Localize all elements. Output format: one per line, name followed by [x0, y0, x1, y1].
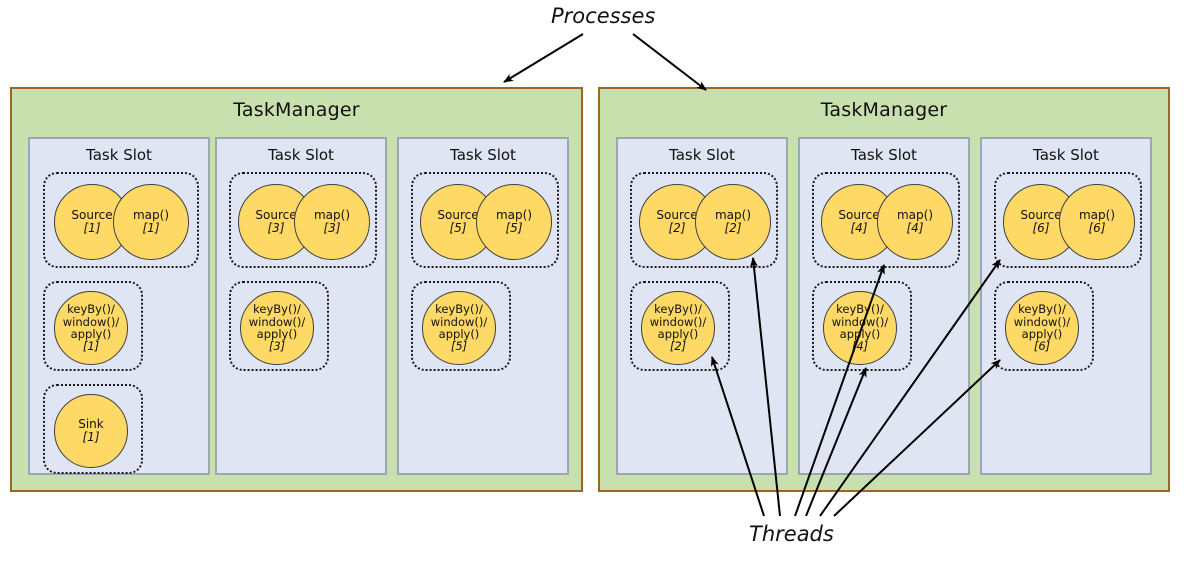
task-group-source-map: Source [5] map() [5]: [411, 172, 559, 268]
taskmanager-2-task-slot-2: Task Slot Source [4] map() [4] keyBy()/ …: [798, 137, 970, 475]
taskmanager-2-task-slot-3: Task Slot Source [6] map() [6] keyBy()/ …: [980, 137, 1152, 475]
arrow-processes-to-taskmanager-2: [632, 33, 707, 91]
taskmanager-2: TaskManager Task Slot Source [2] map() […: [598, 87, 1170, 492]
operator-keyby-window-apply: keyBy()/ window()/ apply() [6]: [1005, 291, 1079, 365]
operator-map: map() [6]: [1059, 184, 1135, 260]
operator-keyby-window-apply: keyBy()/ window()/ apply() [1]: [54, 291, 128, 365]
taskmanager-1-task-slot-3: Task Slot Source [5] map() [5] keyBy()/ …: [397, 137, 569, 475]
taskmanager-1-title: TaskManager: [233, 99, 360, 121]
task-slot-label: Task Slot: [669, 146, 735, 164]
task-group-source-map: Source [1] map() [1]: [43, 172, 199, 268]
task-group-keyby-window-apply: keyBy()/ window()/ apply() [6]: [994, 281, 1094, 371]
taskmanager-2-task-slot-1: Task Slot Source [2] map() [2] keyBy()/ …: [616, 137, 788, 475]
task-group-keyby-window-apply: keyBy()/ window()/ apply() [2]: [630, 281, 730, 371]
diagram-canvas: TaskManager Task Slot Source [1] map() […: [0, 0, 1184, 566]
arrow-processes-to-taskmanager-1: [503, 33, 584, 83]
operator-map: map() [3]: [294, 184, 370, 260]
task-group-keyby-window-apply: keyBy()/ window()/ apply() [3]: [229, 281, 329, 371]
operator-map: map() [2]: [695, 184, 771, 260]
task-slot-label: Task Slot: [851, 146, 917, 164]
task-slot-label: Task Slot: [268, 146, 334, 164]
operator-map: map() [4]: [877, 184, 953, 260]
task-group-sink: Sink [1]: [43, 384, 143, 474]
operator-map: map() [1]: [113, 184, 189, 260]
task-slot-label: Task Slot: [450, 146, 516, 164]
task-group-keyby-window-apply: keyBy()/ window()/ apply() [4]: [812, 281, 912, 371]
task-group-keyby-window-apply: keyBy()/ window()/ apply() [1]: [43, 281, 143, 371]
task-group-source-map: Source [6] map() [6]: [994, 172, 1142, 268]
task-group-source-map: Source [2] map() [2]: [630, 172, 778, 268]
operator-keyby-window-apply: keyBy()/ window()/ apply() [5]: [422, 291, 496, 365]
operator-sink: Sink [1]: [54, 394, 128, 468]
task-group-source-map: Source [3] map() [3]: [229, 172, 377, 268]
operator-map: map() [5]: [476, 184, 552, 260]
operator-keyby-window-apply: keyBy()/ window()/ apply() [3]: [240, 291, 314, 365]
task-slot-label: Task Slot: [86, 146, 152, 164]
taskmanager-1-task-slot-1: Task Slot Source [1] map() [1] keyBy()/ …: [28, 137, 210, 475]
taskmanager-2-title: TaskManager: [820, 99, 948, 121]
threads-label: Threads: [749, 522, 834, 546]
operator-keyby-window-apply: keyBy()/ window()/ apply() [2]: [641, 291, 715, 365]
operator-keyby-window-apply: keyBy()/ window()/ apply() [4]: [823, 291, 897, 365]
processes-label: Processes: [551, 4, 656, 28]
task-group-keyby-window-apply: keyBy()/ window()/ apply() [5]: [411, 281, 511, 371]
task-slot-label: Task Slot: [1033, 146, 1099, 164]
taskmanager-1: TaskManager Task Slot Source [1] map() […: [10, 87, 583, 492]
taskmanager-1-task-slot-2: Task Slot Source [3] map() [3] keyBy()/ …: [215, 137, 387, 475]
task-group-source-map: Source [4] map() [4]: [812, 172, 960, 268]
